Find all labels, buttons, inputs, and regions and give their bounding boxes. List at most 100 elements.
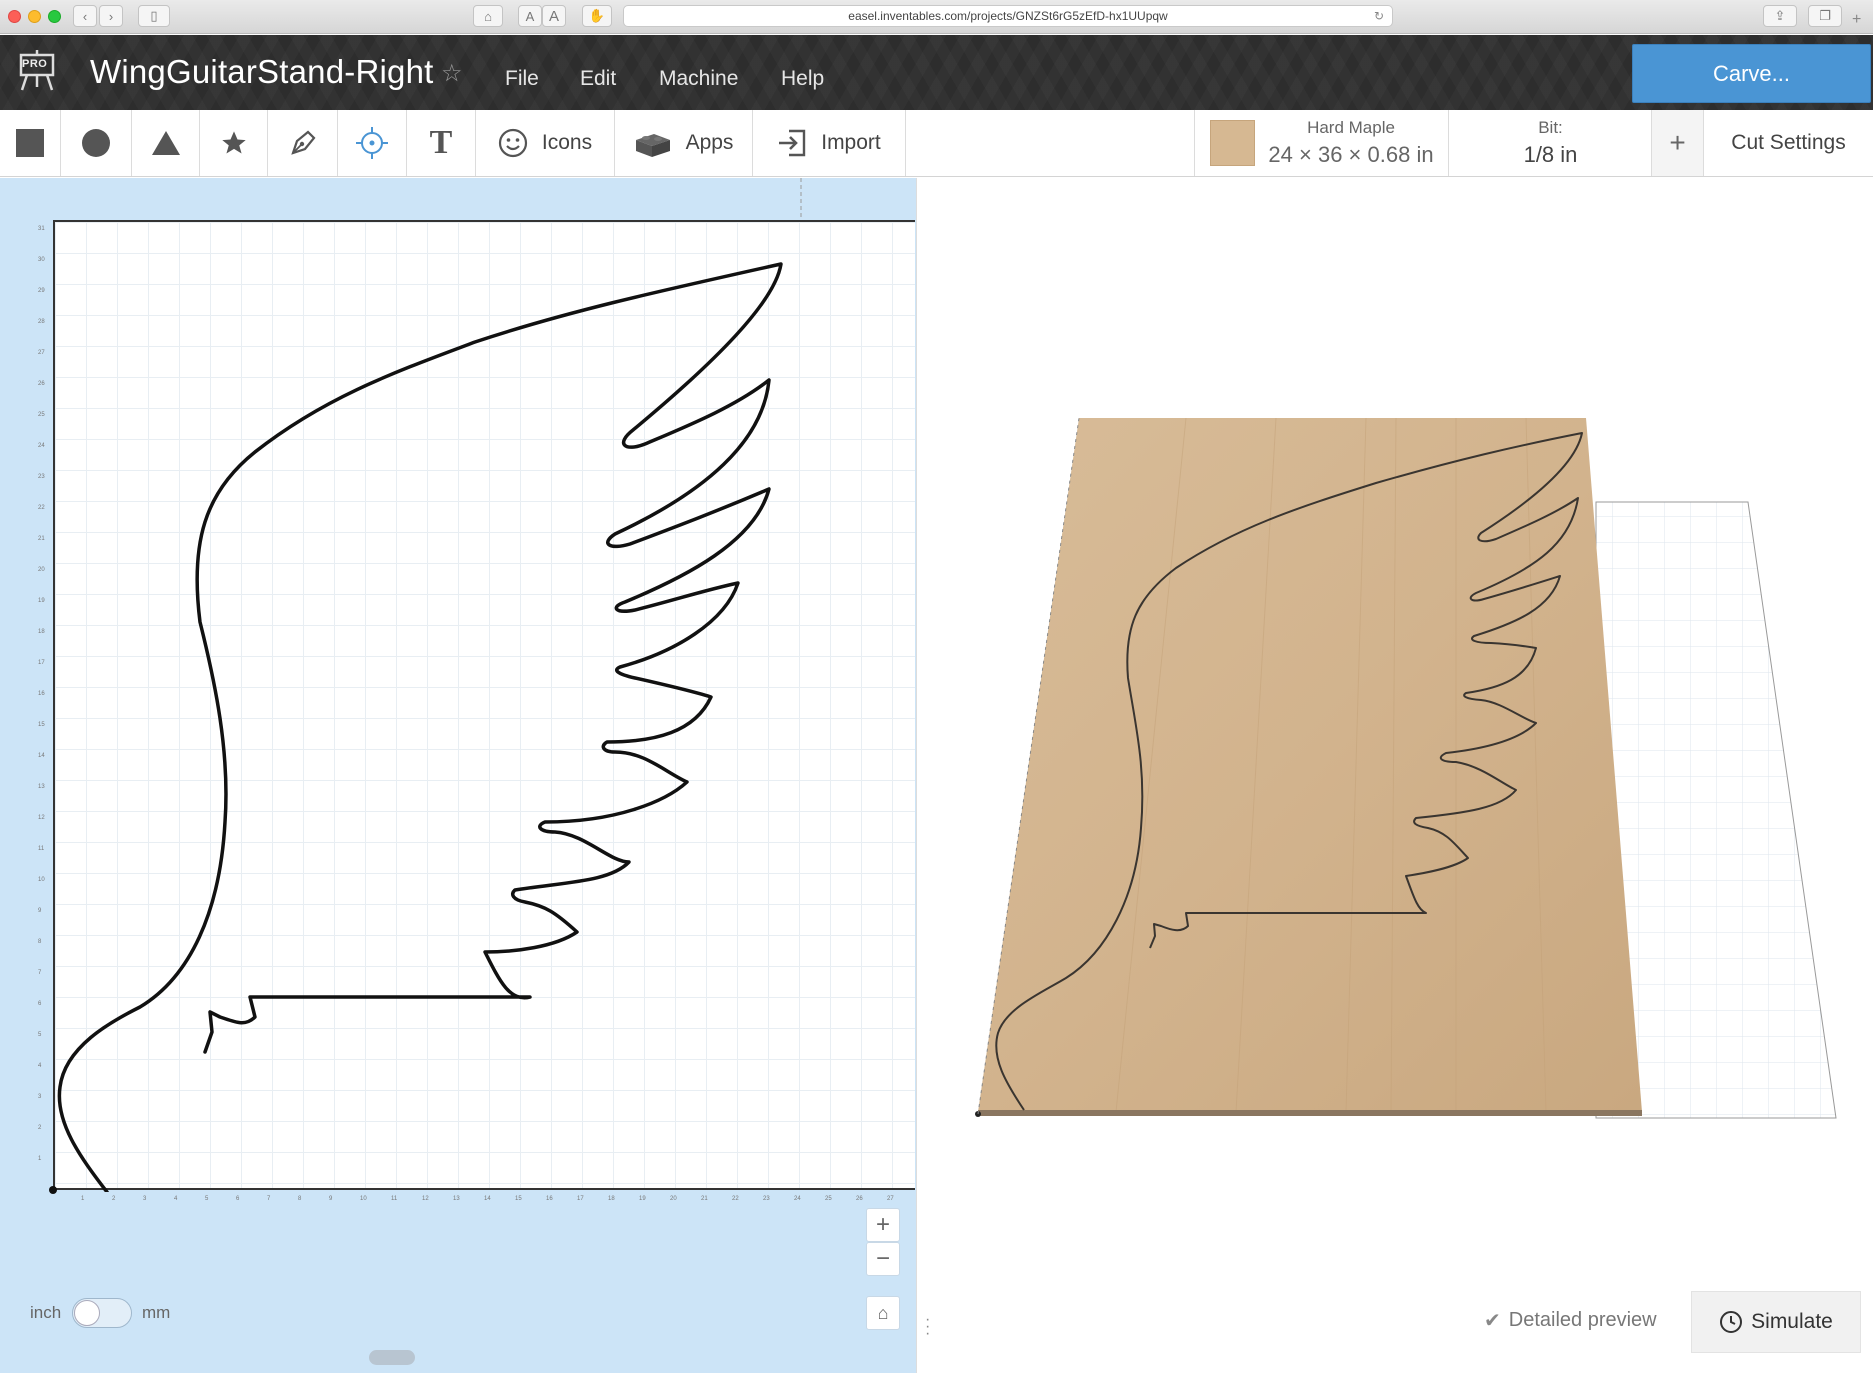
unit-inch-label: inch <box>30 1303 62 1322</box>
x-tick-label: 5 <box>205 1196 209 1202</box>
minimize-window-icon[interactable] <box>28 10 41 23</box>
x-tick-label: 16 <box>546 1196 553 1202</box>
menu-machine[interactable]: Machine <box>659 67 738 91</box>
text-tool-icon: T <box>429 124 453 161</box>
clock-icon <box>1720 1311 1743 1333</box>
detailed-preview-toggle[interactable]: ✔ Detailed preview <box>1484 1308 1657 1333</box>
back-button[interactable]: ‹ <box>73 5 97 27</box>
simulate-button[interactable]: Simulate <box>1691 1291 1861 1353</box>
y-tick-label: 30 <box>38 257 45 263</box>
carve-button[interactable]: Carve... <box>1632 44 1871 103</box>
design-canvas-area[interactable]: 1 2 3 4 5 6 7 8 9 10 11 12 13 14 15 16 17 18 19 20 21 22 23 24 2… <box>0 178 932 1373</box>
pro-badge: PRO <box>22 58 48 70</box>
y-tick-label: 23 <box>38 474 45 480</box>
home-view-button[interactable]: ⌂ <box>866 1296 900 1330</box>
x-tick-label: 14 <box>484 1196 491 1202</box>
apps-tool[interactable]: Apps <box>615 110 753 176</box>
favorite-star-icon[interactable]: ☆ <box>441 59 463 88</box>
address-bar[interactable]: easel.inventables.com/projects/GNZSt6rG5… <box>623 5 1393 27</box>
y-tick-label: 24 <box>38 443 45 449</box>
y-tick-label: 17 <box>38 660 45 666</box>
triangle-tool[interactable] <box>132 110 200 176</box>
x-tick-label: 15 <box>515 1196 522 1202</box>
reload-icon[interactable]: ↻ <box>1374 9 1384 23</box>
x-tick-label: 26 <box>856 1196 863 1202</box>
home-icon[interactable]: ⌂ <box>473 5 503 27</box>
horizontal-scrollbar[interactable] <box>369 1350 415 1365</box>
3d-preview <box>975 417 1837 1119</box>
material-dimensions: 24 × 36 × 0.68 in <box>1268 142 1434 167</box>
project-title[interactable]: WingGuitarStand-Right <box>90 53 434 91</box>
pane-divider[interactable]: · · · <box>916 178 936 1373</box>
carve-preview[interactable]: ✔ Detailed preview Simulate <box>936 178 1873 1373</box>
y-tick-label: 28 <box>38 319 45 325</box>
y-tick-label: 20 <box>38 567 45 573</box>
y-tick-label: 10 <box>38 877 45 883</box>
zoom-out-button[interactable]: − <box>866 1242 900 1276</box>
x-tick-label: 10 <box>360 1196 367 1202</box>
point-tool[interactable] <box>338 110 407 176</box>
square-tool[interactable] <box>0 110 61 176</box>
x-tick-label: 9 <box>329 1196 333 1202</box>
x-tick-label: 25 <box>825 1196 832 1202</box>
cut-settings-button[interactable]: Cut Settings <box>1704 110 1873 176</box>
y-tick-label: 31 <box>38 226 45 232</box>
checkmark-icon: ✔ <box>1484 1310 1501 1332</box>
square-icon <box>16 129 44 157</box>
zoom-in-button[interactable]: + <box>866 1208 900 1242</box>
material-swatch <box>1210 120 1255 166</box>
easel-logo[interactable]: PRO <box>18 49 56 91</box>
circle-icon <box>82 129 110 157</box>
pen-tool[interactable] <box>268 110 338 176</box>
crosshair-icon <box>356 127 388 159</box>
x-tick-label: 20 <box>670 1196 677 1202</box>
y-tick-label: 1 <box>38 1156 42 1162</box>
close-window-icon[interactable] <box>8 10 21 23</box>
y-tick-label: 26 <box>38 381 45 387</box>
y-tick-label: 18 <box>38 629 45 635</box>
y-tick-label: 4 <box>38 1063 42 1069</box>
detailed-preview-label: Detailed preview <box>1508 1309 1657 1331</box>
x-tick-label: 23 <box>763 1196 770 1202</box>
x-tick-label: 21 <box>701 1196 708 1202</box>
bit-selector[interactable]: Bit: 1/8 in <box>1449 110 1652 176</box>
drag-handle-icon[interactable]: · · · <box>925 1312 930 1342</box>
tabs-icon[interactable]: ❐ <box>1808 5 1842 27</box>
x-tick-label: 18 <box>608 1196 615 1202</box>
y-tick-label: 21 <box>38 536 45 542</box>
triangle-icon <box>151 131 180 155</box>
new-tab-icon[interactable]: + <box>1852 11 1861 29</box>
unit-toggle[interactable] <box>72 1298 132 1328</box>
y-tick-label: 27 <box>38 350 45 356</box>
menu-file[interactable]: File <box>505 67 539 91</box>
material-selector[interactable]: Hard Maple 24 × 36 × 0.68 in <box>1194 110 1449 176</box>
x-tick-label: 8 <box>298 1196 302 1202</box>
y-axis-ruler: 1 2 3 4 5 6 7 8 9 10 11 12 13 14 15 16 17 18 19 20 21 22 23 24 2… <box>38 220 50 1190</box>
y-tick-label: 3 <box>38 1094 42 1100</box>
y-tick-label: 25 <box>38 412 45 418</box>
menu-help[interactable]: Help <box>781 67 824 91</box>
star-tool[interactable] <box>200 110 268 176</box>
circle-tool[interactable] <box>61 110 132 176</box>
x-tick-label: 17 <box>577 1196 584 1202</box>
x-tick-label: 24 <box>794 1196 801 1202</box>
x-tick-label: 3 <box>143 1196 147 1202</box>
add-bit-button[interactable]: + <box>1652 110 1704 176</box>
extension-icon[interactable]: ✋ <box>582 5 612 27</box>
sidebar-toggle-icon[interactable]: ▯ <box>138 5 170 27</box>
unit-mm-label: mm <box>142 1303 171 1322</box>
icons-tool[interactable]: Icons <box>476 110 615 176</box>
text-smaller-button[interactable]: A <box>518 5 542 27</box>
y-tick-label: 5 <box>38 1032 42 1038</box>
bit-label: Bit: <box>1538 118 1563 137</box>
import-tool[interactable]: Import <box>753 110 906 176</box>
zoom-window-icon[interactable] <box>48 10 61 23</box>
text-tool[interactable]: T <box>407 110 476 176</box>
smiley-icon <box>498 128 527 158</box>
menu-edit[interactable]: Edit <box>580 67 616 91</box>
x-tick-label: 6 <box>236 1196 240 1202</box>
browser-chrome: ‹ › ▯ ⌂ A A ✋ easel.inventables.com/proj… <box>0 0 1873 34</box>
share-icon[interactable]: ⇪ <box>1763 5 1797 27</box>
text-larger-button[interactable]: A <box>542 5 566 27</box>
forward-button[interactable]: › <box>99 5 123 27</box>
